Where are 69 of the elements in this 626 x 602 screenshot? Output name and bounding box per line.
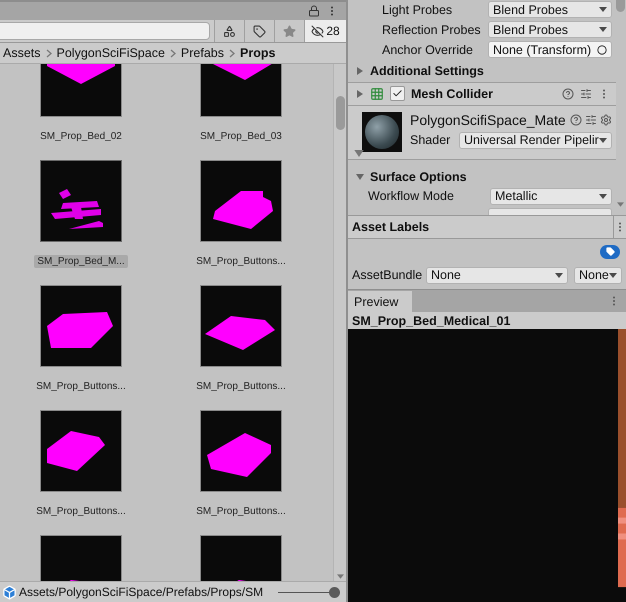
- chevron-icon: [170, 48, 176, 58]
- asset-name[interactable]: SM_Prop_Buttons...: [193, 505, 289, 518]
- panel-title: Asset Labels: [352, 220, 430, 234]
- property-dropdown[interactable]: Blend Probes: [488, 1, 612, 18]
- asset-name[interactable]: SM_Prop_Buttons...: [193, 380, 289, 393]
- caret-icon: [598, 27, 607, 32]
- shader-label: Shader: [410, 133, 452, 147]
- breadcrumb-item[interactable]: Prefabs: [180, 46, 224, 60]
- target-icon[interactable]: [596, 44, 607, 55]
- hidden-count-button[interactable]: 28: [304, 20, 346, 42]
- collapsed-arrow-icon[interactable]: [356, 66, 364, 75]
- section-header[interactable]: Surface Options: [370, 170, 467, 184]
- caret-icon: [598, 194, 607, 199]
- lock-icon[interactable]: [308, 5, 320, 17]
- material-name: PolygonScifiSpace_Mate: [410, 112, 566, 128]
- chevron-icon: [46, 48, 52, 58]
- chevron-icon: [229, 48, 236, 58]
- expanded-arrow-icon[interactable]: [354, 150, 364, 158]
- scrollbar[interactable]: [333, 64, 346, 581]
- asset-bundle-label: AssetBundle: [352, 268, 420, 282]
- cube-icon: [2, 584, 17, 600]
- property-label: Workflow Mode: [368, 189, 455, 204]
- collapsed-arrow-icon[interactable]: [356, 90, 364, 98]
- asset-path: Assets/PolygonSciFiSpace/Prefabs/Props/SM: [19, 585, 264, 599]
- caret-icon: [555, 272, 563, 278]
- asset-name[interactable]: SM_Prop_Bed_03: [197, 130, 285, 143]
- scroll-down-icon[interactable]: [336, 574, 344, 579]
- breadcrumb-item[interactable]: Props: [240, 46, 276, 60]
- eye-off-icon: [311, 24, 324, 38]
- help-icon[interactable]: [562, 88, 574, 100]
- tag-icon[interactable]: [600, 244, 620, 258]
- help-icon[interactable]: [570, 114, 582, 126]
- scroll-down-icon[interactable]: [617, 202, 624, 207]
- asset-name[interactable]: SM_Prop_Buttons...: [33, 505, 129, 518]
- section-header[interactable]: Additional Settings: [370, 64, 484, 78]
- shader-dropdown[interactable]: Universal Render Pipelir: [459, 132, 612, 148]
- property-label: Light Probes: [382, 2, 454, 17]
- property-dropdown[interactable]: Blend Probes: [488, 21, 612, 38]
- asset-name[interactable]: SM_Prop_Bed_M...: [34, 255, 128, 268]
- asset-name[interactable]: SM_Prop_Bed_02: [37, 130, 125, 143]
- property-label: Anchor Override: [382, 42, 474, 57]
- property-dropdown[interactable]: Metallic: [490, 188, 612, 205]
- shapes-icon: [223, 24, 236, 38]
- star-icon: [283, 24, 296, 38]
- caret-icon: [609, 272, 617, 278]
- property-label: Reflection Probes: [382, 22, 482, 37]
- object-field[interactable]: None (Transform): [488, 41, 612, 58]
- asset-name[interactable]: SM_Prop_Buttons...: [193, 255, 289, 268]
- scrollbar-thumb[interactable]: [616, 0, 626, 12]
- asset-name[interactable]: SM_Prop_Buttons...: [33, 380, 129, 393]
- sliders-icon[interactable]: [580, 88, 592, 100]
- tag-icon: [253, 24, 266, 38]
- sliders-icon[interactable]: [584, 114, 597, 126]
- material-thumbnail: [362, 112, 402, 152]
- preview-title: SM_Prop_Bed_Medical_01: [352, 314, 510, 328]
- grid-icon: [370, 86, 384, 101]
- scrollbar-thumb[interactable]: [336, 96, 344, 130]
- preview-tab[interactable]: Preview: [348, 291, 412, 312]
- enable-checkbox[interactable]: [390, 86, 405, 102]
- caret-icon: [598, 138, 607, 142]
- breadcrumb-item[interactable]: PolygonSciFiSpace: [56, 46, 165, 60]
- settings-icon[interactable]: [600, 114, 612, 126]
- dropdown-field[interactable]: [488, 208, 612, 215]
- caret-icon: [598, 7, 607, 12]
- bundle-dropdown[interactable]: None: [426, 266, 568, 284]
- component-title: Mesh Collider: [411, 86, 493, 101]
- search-field[interactable]: [0, 22, 210, 40]
- breadcrumb-item[interactable]: Assets: [3, 46, 41, 60]
- variant-dropdown[interactable]: None: [574, 266, 622, 284]
